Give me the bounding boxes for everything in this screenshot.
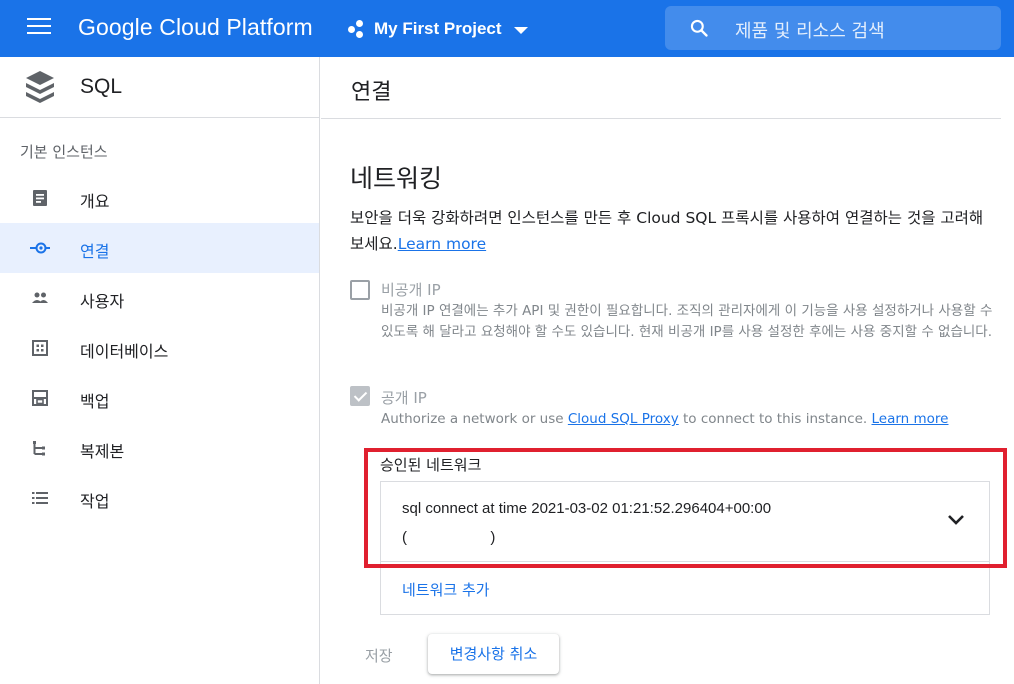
add-network-button[interactable]: 네트워크 추가 <box>402 579 490 600</box>
public-ip-checkbox[interactable] <box>350 386 370 406</box>
menu-icon[interactable] <box>27 18 51 38</box>
sidebar-item-backups[interactable]: 백업 <box>0 373 319 423</box>
public-ip-desc-suffix: to connect to this instance. <box>678 411 872 427</box>
sidebar-item-replicas[interactable]: 복제본 <box>0 423 319 473</box>
private-ip-checkbox[interactable] <box>350 280 370 300</box>
public-ip-learn-more-link[interactable]: Learn more <box>872 411 949 427</box>
project-name: My First Project <box>374 19 502 38</box>
project-selector[interactable]: My First Project <box>348 16 528 42</box>
search-input[interactable]: 제품 및 리소스 검색 <box>735 17 885 43</box>
project-icon <box>348 19 368 39</box>
section-title: 네트워킹 <box>350 164 443 193</box>
search-bar[interactable]: 제품 및 리소스 검색 <box>665 6 1001 50</box>
private-ip-label: 비공개 IP <box>381 281 441 299</box>
private-ip-description: 비공개 IP 연결에는 추가 API 및 권한이 필요합니다. 조직의 관리자에… <box>381 303 993 340</box>
sidebar-item-label: 백업 <box>80 392 110 411</box>
database-icon <box>32 340 48 356</box>
sidebar-item-label: 복제본 <box>80 442 125 461</box>
sidebar-item-label: 작업 <box>80 492 110 511</box>
sidebar-item-label: 사용자 <box>80 292 125 311</box>
overview-icon <box>33 190 47 206</box>
page-title: 연결 <box>351 80 392 105</box>
connections-icon <box>30 242 50 254</box>
search-icon <box>690 19 708 37</box>
page-header: 연결 <box>321 57 1001 119</box>
intro-text: 보안을 더욱 강화하려면 인스턴스를 만든 후 Cloud SQL 프록시를 사… <box>350 205 1000 257</box>
sidebar-item-users[interactable]: 사용자 <box>0 273 319 323</box>
sidebar-item-label: 연결 <box>80 242 110 261</box>
learn-more-link[interactable]: Learn more <box>398 235 486 253</box>
sidebar-item-operations[interactable]: 작업 <box>0 473 319 523</box>
sidebar-item-label: 개요 <box>80 192 110 211</box>
sidebar-item-label: 데이터베이스 <box>80 342 169 361</box>
sidebar-item-databases[interactable]: 데이터베이스 <box>0 323 319 373</box>
save-button[interactable]: 저장 <box>365 645 393 666</box>
brand-title[interactable]: Google Cloud Platform <box>78 14 313 41</box>
top-app-bar: Google Cloud Platform My First Project 제… <box>0 0 1014 57</box>
backup-icon <box>32 390 48 406</box>
sidebar-title: SQL <box>80 75 123 98</box>
sidebar-nav: 개요 연결 사용자 데이터베이스 백업 복제본 작업 <box>0 173 319 523</box>
chevron-down-icon <box>513 26 528 34</box>
replicas-icon <box>33 441 45 456</box>
cancel-changes-button[interactable]: 변경사항 취소 <box>428 634 559 674</box>
sidebar-header: SQL <box>0 57 319 118</box>
public-ip-description: Authorize a network or use Cloud SQL Pro… <box>381 409 1001 430</box>
cloud-sql-proxy-link[interactable]: Cloud SQL Proxy <box>568 411 679 427</box>
sql-logo-icon <box>26 71 54 103</box>
highlight-box <box>364 448 1007 568</box>
users-icon <box>32 292 48 303</box>
public-ip-desc-prefix: Authorize a network or use <box>381 411 568 427</box>
sidebar-item-connections[interactable]: 연결 <box>0 223 319 273</box>
sidebar: SQL 기본 인스턴스 개요 연결 사용자 데이터베이스 백업 복제본 작업 <box>0 57 320 684</box>
sidebar-section-label: 기본 인스턴스 <box>20 143 108 161</box>
public-ip-label: 공개 IP <box>381 389 427 407</box>
sidebar-item-overview[interactable]: 개요 <box>0 173 319 223</box>
operations-icon <box>32 492 48 504</box>
